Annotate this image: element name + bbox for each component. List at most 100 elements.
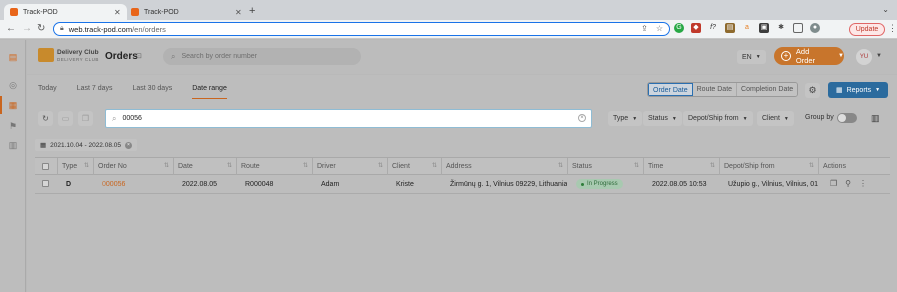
cell-address: Žirmūnų g. 1, Vilnius 09229, Lithuania xyxy=(450,181,567,188)
app-sidebar: ▤ ◎ ▦ ⚑ ▥ xyxy=(0,40,26,292)
browser-tab-title: Track-POD xyxy=(23,8,58,16)
shield-extension-icon[interactable]: ◆ xyxy=(691,23,701,33)
back-icon[interactable]: ← xyxy=(6,23,16,35)
order-search-input[interactable] xyxy=(122,115,563,122)
note-extension-icon[interactable]: ▤ xyxy=(725,23,735,33)
order-number-search-input[interactable] xyxy=(181,53,352,60)
browser-tab-2[interactable]: Track-POD ✕ xyxy=(125,4,248,20)
column-header-driver[interactable]: Driver ⇅ xyxy=(312,158,387,175)
filter-client[interactable]: Client ▼ xyxy=(757,111,794,126)
chevron-down-icon: ▼ xyxy=(755,54,761,60)
reports-button[interactable]: ▦ Reports ▼ xyxy=(828,82,888,98)
help-icon[interactable]: ⊡ xyxy=(136,52,142,60)
close-tab-icon[interactable]: ✕ xyxy=(235,8,242,17)
routes-icon[interactable]: ⚑ xyxy=(8,121,18,131)
close-tab-icon[interactable]: ✕ xyxy=(114,8,121,17)
fx-extension-icon[interactable]: f? xyxy=(708,23,718,33)
cell-depot: Užupio g., Vilnius, Vilnius, 01... xyxy=(728,181,818,188)
profile-icon[interactable]: ● xyxy=(810,23,820,33)
header-search[interactable]: ⌕ xyxy=(163,48,361,65)
location-pin-icon[interactable]: ⚲ xyxy=(845,179,851,188)
remove-filter-icon[interactable]: × xyxy=(125,141,132,149)
group-by-toggle[interactable] xyxy=(837,113,857,123)
date-range-chip: ▦ 2021.10.04 - 2022.08.05 × xyxy=(35,139,137,151)
cell-order-no[interactable]: 000056 xyxy=(98,175,173,194)
search-icon: ⌕ xyxy=(112,113,117,123)
filter-depot[interactable]: Depot/Ship from ▼ xyxy=(683,111,753,126)
chevron-down-icon: ▼ xyxy=(671,115,677,122)
add-order-label: Add Order xyxy=(795,47,816,65)
chevron-down-icon[interactable]: ▼ xyxy=(876,53,882,59)
clear-search-icon[interactable]: × xyxy=(578,114,586,122)
sidebar-active-indicator xyxy=(0,96,2,114)
columns-grid-icon[interactable]: ▥ xyxy=(871,113,880,124)
table-header: Type ⇅ Order No ⇅ Date ⇅ Route ⇅ Driver ⇅ Cli… xyxy=(35,157,890,175)
tab-last-7-days[interactable]: Last 7 days xyxy=(77,85,113,99)
orders-main: Today Last 7 days Last 30 days Date rang… xyxy=(27,75,897,292)
delete-icon[interactable]: ▭ xyxy=(58,111,73,126)
date-type-toggle: Order Date Route Date Completion Date xyxy=(647,82,799,97)
sort-icon: ⇅ xyxy=(163,163,169,169)
filter-type[interactable]: Type ▼ xyxy=(608,111,643,126)
forward-icon[interactable]: → xyxy=(22,23,32,35)
share-icon[interactable]: ⇪ xyxy=(641,24,648,33)
lock-icon: 🔒︎ xyxy=(60,25,64,32)
reload-icon[interactable]: ↻ xyxy=(37,23,45,35)
column-header-status[interactable]: Status ⇅ xyxy=(567,158,643,175)
tab-search-chevron-icon[interactable]: ⌄ xyxy=(882,5,889,14)
dark-extension-icon[interactable]: ▣ xyxy=(759,23,769,33)
trackpod-favicon-icon xyxy=(131,8,139,16)
order-search-field[interactable]: ⌕ × xyxy=(105,109,592,128)
select-all-checkbox[interactable] xyxy=(42,163,49,170)
row-checkbox[interactable] xyxy=(42,180,49,187)
tab-last-30-days[interactable]: Last 30 days xyxy=(133,85,173,99)
order-date-option[interactable]: Order Date xyxy=(648,83,693,96)
orders-icon[interactable]: ▦ xyxy=(8,100,18,110)
column-header-date[interactable]: Date ⇅ xyxy=(173,158,236,175)
filter-status[interactable]: Status ▼ xyxy=(643,111,682,126)
completion-date-option[interactable]: Completion Date xyxy=(737,83,798,96)
reports-side-icon[interactable]: ▥ xyxy=(8,140,18,150)
brand-logo xyxy=(38,48,54,62)
column-header-depot[interactable]: Depot/Ship from ⇅ xyxy=(719,158,818,175)
language-select[interactable]: EN ▼ xyxy=(737,50,766,64)
map-icon[interactable]: ◎ xyxy=(8,80,18,90)
column-header-order-no[interactable]: Order No ⇅ xyxy=(93,158,173,175)
tab-date-range[interactable]: Date range xyxy=(192,85,227,99)
brand-name: Delivery Club xyxy=(57,49,99,56)
chevron-down-icon[interactable]: ▼ xyxy=(838,53,844,59)
settings-gear-icon[interactable]: ⚙ xyxy=(805,83,820,98)
column-header-address[interactable]: Address ⇅ xyxy=(441,158,567,175)
side-panel-icon[interactable] xyxy=(793,23,803,33)
more-options-icon[interactable]: ⋮ xyxy=(859,179,867,188)
column-header-client[interactable]: Client ⇅ xyxy=(387,158,441,175)
copy-icon[interactable]: ❐ xyxy=(830,179,837,188)
add-order-button[interactable]: + Add Order ▼ xyxy=(774,47,844,65)
grammarly-extension-icon[interactable]: G xyxy=(674,23,684,33)
avatar[interactable]: YU xyxy=(856,49,872,65)
browser-tab-active[interactable]: Track-POD ✕ xyxy=(4,4,127,20)
bookmark-star-icon[interactable]: ☆ xyxy=(656,24,663,33)
copy-icon[interactable]: ❐ xyxy=(78,111,93,126)
date-range-tabs: Today Last 7 days Last 30 days Date rang… xyxy=(38,85,247,99)
sort-icon: ⇅ xyxy=(226,163,232,169)
table-row[interactable]: D 000056 2022.08.05 R000048 Adam Kriste … xyxy=(35,175,890,194)
refresh-icon[interactable]: ↻ xyxy=(38,111,53,126)
tab-today[interactable]: Today xyxy=(38,85,57,99)
chevron-down-icon: ▼ xyxy=(783,115,789,122)
column-header-time[interactable]: Time ⇅ xyxy=(643,158,719,175)
trackpod-favicon-icon xyxy=(10,8,18,16)
column-header-route[interactable]: Route ⇅ xyxy=(236,158,312,175)
route-date-option[interactable]: Route Date xyxy=(692,83,738,96)
address-bar[interactable]: 🔒︎ web.track-pod.com/en/orders ⇪ ☆ xyxy=(53,22,670,36)
browser-update-button[interactable]: Update xyxy=(849,23,885,36)
amazon-extension-icon[interactable]: a xyxy=(742,23,752,33)
browser-menu-icon[interactable]: ⋮ xyxy=(888,23,897,34)
chevron-down-icon: ▼ xyxy=(742,115,748,122)
app-menu-icon[interactable]: ▤ xyxy=(8,52,18,62)
column-header-type[interactable]: Type ⇅ xyxy=(57,158,93,175)
new-tab-button[interactable]: + xyxy=(249,5,255,17)
puzzle-extensions-icon[interactable]: ✱ xyxy=(776,23,786,33)
date-range-chip-label: 2021.10.04 - 2022.08.05 xyxy=(50,141,121,149)
status-dot-icon xyxy=(581,182,584,186)
